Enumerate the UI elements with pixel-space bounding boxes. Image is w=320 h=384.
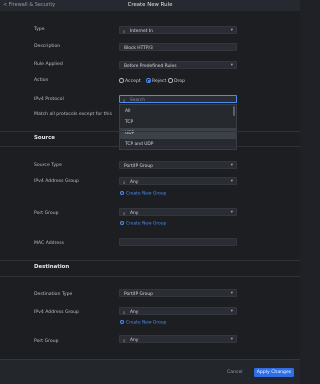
radio-selected-icon bbox=[146, 78, 151, 83]
destination-port-group-label: Port Group bbox=[34, 339, 59, 344]
chevron-down-icon: ▾ bbox=[230, 63, 233, 69]
chevron-down-icon: ▾ bbox=[230, 291, 233, 297]
match-all-label: Match all protocols except for this bbox=[34, 112, 112, 117]
description-input[interactable]: Block HTTP/3 bbox=[119, 43, 237, 51]
chevron-down-icon: ▾ bbox=[230, 28, 233, 34]
page-title: Create New Rule bbox=[127, 2, 173, 8]
source-create-port-group-link[interactable]: Create New Group bbox=[120, 221, 166, 227]
source-port-group-label: Port Group bbox=[34, 211, 59, 216]
search-icon: ⌕ bbox=[123, 98, 126, 104]
destination-ipv4-group-select[interactable]: ⌕ Any ▾ bbox=[119, 307, 237, 316]
source-ipv4-group-value: Any bbox=[130, 179, 139, 185]
chevron-down-icon: ▾ bbox=[230, 309, 233, 315]
cancel-button[interactable]: Cancel bbox=[227, 370, 243, 375]
search-icon: ⌕ bbox=[123, 338, 126, 344]
source-type-value: Port/IP Group bbox=[124, 163, 153, 169]
source-type-label: Source Type bbox=[34, 163, 62, 168]
description-value: Block HTTP/3 bbox=[124, 45, 153, 51]
apply-changes-button[interactable]: Apply Changes bbox=[254, 368, 294, 377]
destination-port-group-select[interactable]: ⌕ Any ▾ bbox=[119, 335, 237, 344]
type-value: Internet In bbox=[130, 28, 153, 34]
source-ipv4-group-label: IPv4 Address Group bbox=[34, 179, 79, 184]
type-select[interactable]: ⌕ Internet In ▾ bbox=[119, 26, 237, 35]
action-label: Action bbox=[34, 78, 49, 83]
plus-circle-icon bbox=[120, 320, 124, 324]
source-port-group-value: Any bbox=[130, 210, 139, 216]
source-section-title: Source bbox=[34, 135, 55, 141]
action-accept-radio[interactable]: Accept bbox=[119, 78, 141, 84]
rule-applied-select[interactable]: Before Predefined Rules ▾ bbox=[119, 61, 237, 69]
type-label: Type bbox=[34, 27, 45, 32]
destination-create-ipv4-group-link[interactable]: Create New Group bbox=[120, 320, 166, 326]
search-icon: ⌕ bbox=[123, 29, 126, 35]
chevron-down-icon: ▾ bbox=[230, 163, 233, 169]
destination-type-label: Destination Type bbox=[34, 292, 73, 297]
action-reject-radio[interactable]: Reject bbox=[146, 78, 166, 84]
action-drop-radio[interactable]: Drop bbox=[168, 78, 185, 84]
source-port-group-select[interactable]: ⌕ Any ▾ bbox=[119, 208, 237, 217]
source-create-ipv4-group-link[interactable]: Create New Group bbox=[120, 191, 166, 197]
ipv4-protocol-label: IPv4 Protocol bbox=[34, 97, 64, 102]
protocol-dropdown: All TCP UDP TCP and UDP bbox=[119, 104, 237, 150]
chevron-down-icon: ▾ bbox=[230, 179, 233, 185]
destination-ipv4-group-label: IPv4 Address Group bbox=[34, 310, 79, 315]
source-ipv4-group-select[interactable]: ⌕ Any ▾ bbox=[119, 177, 237, 186]
destination-section-title: Destination bbox=[34, 264, 70, 270]
rule-applied-label: Rule Applied bbox=[34, 62, 63, 67]
protocol-option-tcp[interactable]: TCP bbox=[120, 117, 236, 128]
protocol-option-all[interactable]: All bbox=[120, 106, 236, 117]
divider bbox=[0, 131, 300, 132]
mac-address-label: MAC Address bbox=[34, 241, 64, 246]
radio-icon bbox=[168, 78, 173, 83]
protocol-option-udp[interactable]: UDP bbox=[120, 128, 236, 139]
description-label: Description bbox=[34, 44, 61, 49]
plus-circle-icon bbox=[120, 221, 124, 225]
rule-applied-value: Before Predefined Rules bbox=[124, 63, 177, 69]
destination-port-group-value: Any bbox=[130, 337, 139, 343]
chevron-down-icon: ▾ bbox=[230, 337, 233, 343]
search-icon: ⌕ bbox=[123, 310, 126, 316]
destination-type-value: Port/IP Group bbox=[124, 291, 153, 297]
ipv4-protocol-select[interactable]: ⌕ Search bbox=[119, 95, 237, 104]
divider bbox=[0, 276, 300, 277]
search-icon: ⌕ bbox=[123, 211, 126, 217]
chevron-down-icon: ▾ bbox=[230, 210, 233, 216]
divider bbox=[0, 260, 300, 261]
destination-ipv4-group-value: Any bbox=[130, 309, 139, 315]
plus-circle-icon bbox=[120, 191, 124, 195]
radio-icon bbox=[119, 78, 124, 83]
destination-type-select[interactable]: Port/IP Group ▾ bbox=[119, 289, 237, 297]
ipv4-protocol-search: Search bbox=[130, 97, 146, 103]
source-type-select[interactable]: Port/IP Group ▾ bbox=[119, 161, 237, 169]
mac-address-input[interactable] bbox=[119, 238, 237, 246]
protocol-option-tcp-udp[interactable]: TCP and UDP bbox=[120, 139, 236, 150]
footer-bar: Cancel Apply Changes bbox=[0, 359, 300, 384]
divider bbox=[0, 146, 300, 147]
search-icon: ⌕ bbox=[123, 180, 126, 186]
